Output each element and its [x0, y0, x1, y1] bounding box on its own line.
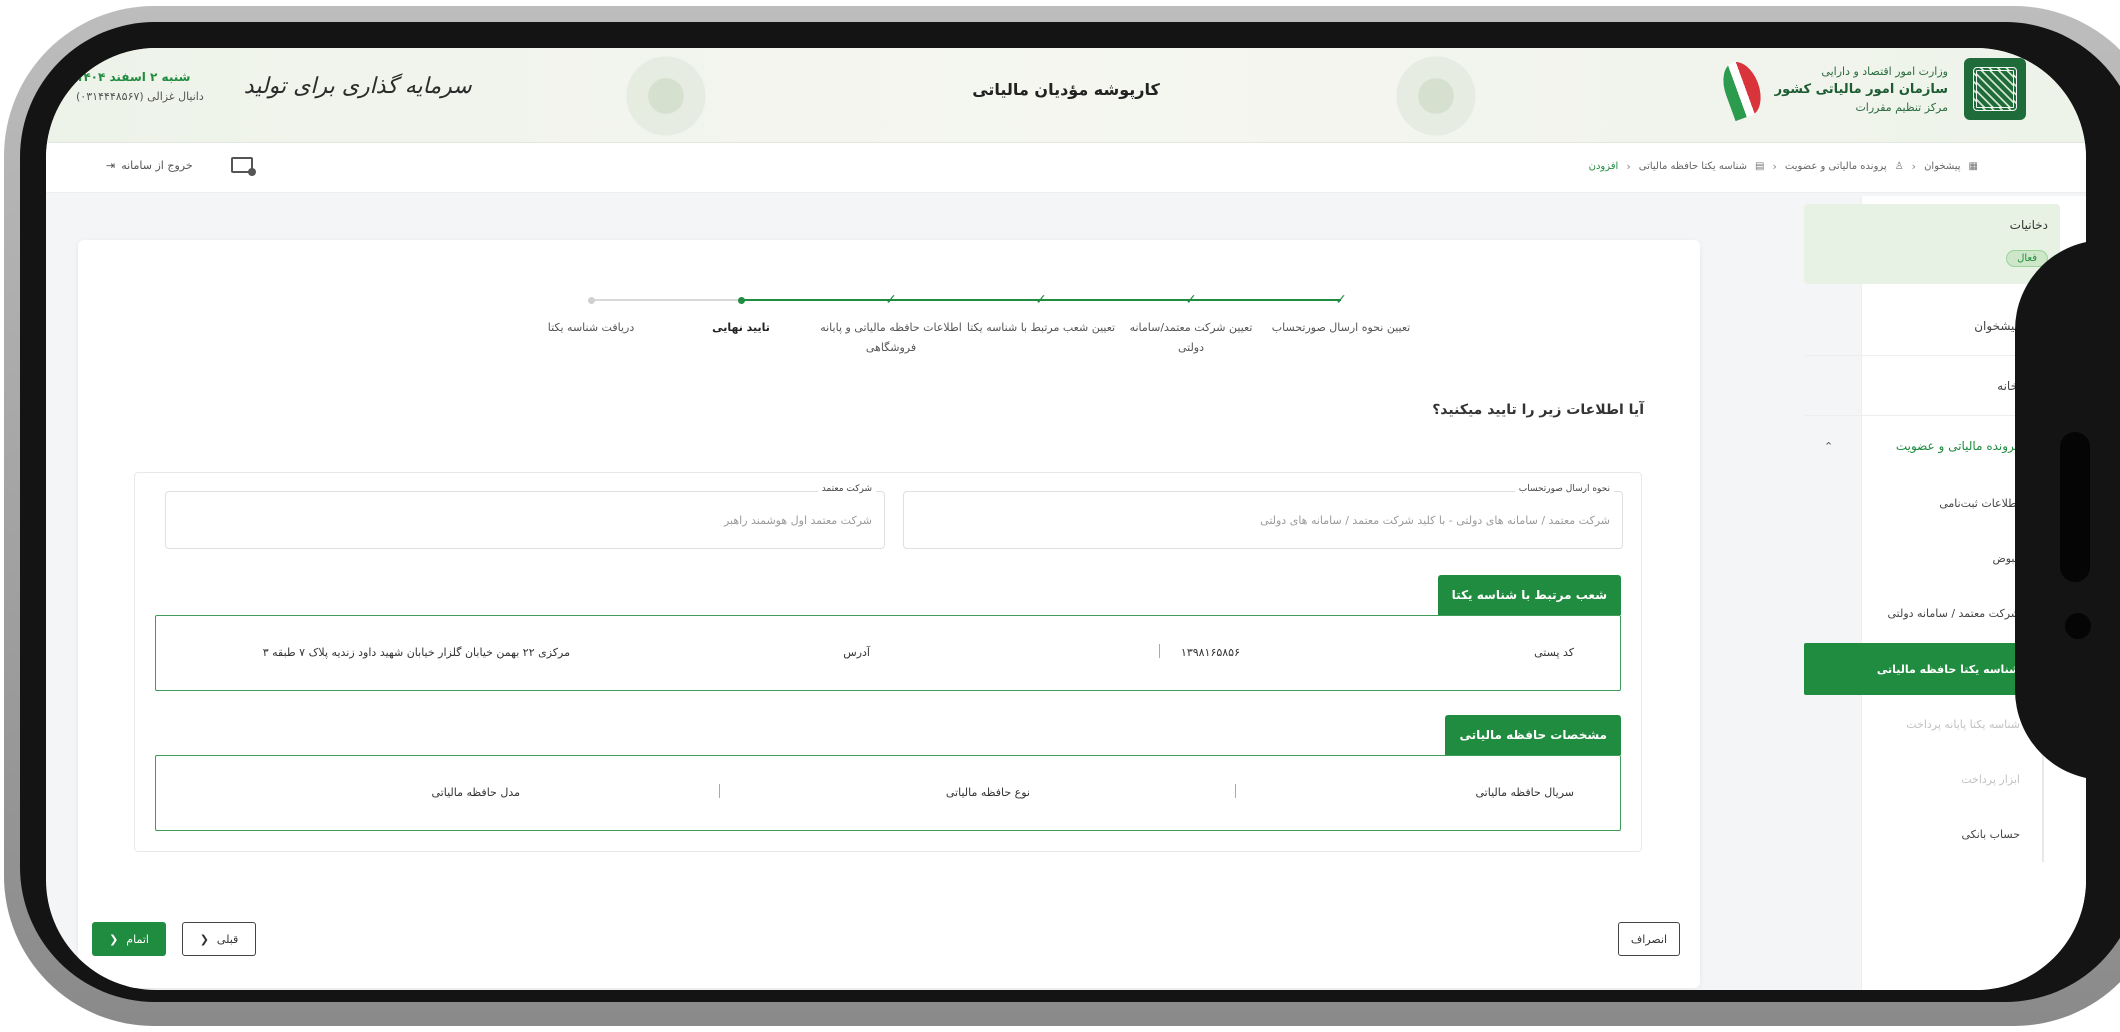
step-final-confirm: تایید نهایی	[666, 290, 816, 338]
step-memory-info: ✓ اطلاعات حافظه مالیاتی و پایانه فروشگاه…	[816, 290, 966, 358]
field-label: نحوه ارسال صورتحساب	[1514, 484, 1614, 494]
address-value: مرکزی ۲۲ بهمن خیابان گلزار خیابان شهید د…	[262, 646, 570, 659]
logout-button[interactable]: خروج از سامانه ⇥	[106, 159, 193, 172]
memory-section-title: مشخصات حافظه مالیاتی	[1445, 715, 1621, 755]
divider	[1235, 784, 1236, 798]
memory-header-row: سریال حافظه مالیاتی نوع حافظه مالیاتی مد…	[155, 755, 1621, 831]
summary-box: نحوه ارسال صورتحساب شرکت معتمد / سامانه …	[134, 472, 1642, 852]
invoice-method-field: نحوه ارسال صورتحساب شرکت معتمد / سامانه …	[903, 484, 1623, 549]
step-current-dot	[666, 290, 816, 310]
sidebar-subitem-memory-id[interactable]: شناسه یکتا حافظه مالیاتی	[1804, 643, 2042, 695]
branches-row: کد پستی ۱۳۹۸۱۶۵۸۵۶ آدرس مرکزی ۲۲ بهمن خی…	[155, 615, 1621, 691]
sidebar-subitem-bills[interactable]: قبوض	[1804, 531, 2042, 586]
breadcrumb-item[interactable]: شناسه یکتا حافظه مالیاتی	[1639, 161, 1747, 172]
user-info: شنبه ۲ اسفند ۱۴۰۴ دانیال غزالی (۰۳۱۴۴۴۸۵…	[76, 70, 204, 103]
org-ministry: وزارت امور اقتصاد و دارایی	[1821, 64, 1948, 78]
step-receive-id: دریافت شناسه یکتا	[516, 290, 666, 338]
current-date: شنبه ۲ اسفند ۱۴۰۴	[76, 70, 191, 84]
breadcrumb-bar: ▦ پیشخوان ‹ ♙ پرونده مالیاتی و عضویت ‹ ▤…	[46, 143, 2086, 193]
previous-label: قبلی	[216, 932, 239, 946]
check-icon: ✓	[1335, 292, 1347, 308]
device-mockup: وزارت امور اقتصاد و دارایی سازمان امور م…	[0, 0, 2120, 1032]
breadcrumb: ▦ پیشخوان ‹ ♙ پرونده مالیاتی و عضویت ‹ ▤…	[1589, 160, 1978, 173]
main-card: ✓ تعیین نحوه ارسال صورتحساب ✓ تعیین شرکت…	[78, 240, 1700, 988]
divider	[719, 784, 720, 798]
postal-code-value: ۱۳۹۸۱۶۵۸۵۶	[1180, 646, 1240, 659]
memory-type-header: نوع حافظه مالیاتی	[945, 786, 1030, 799]
chevron-up-icon[interactable]: ⌃	[1824, 440, 1833, 453]
user-icon: ♙	[1894, 161, 1904, 172]
chevron-left-icon: ‹	[1626, 160, 1631, 173]
year-slogan: سرمایه گذاری برای تولید	[243, 74, 472, 99]
memory-model-header: مدل حافظه مالیاتی	[431, 786, 520, 799]
address-label: آدرس	[843, 646, 870, 659]
confirm-question: آیا اطلاعات زیر را تایید میکنید؟	[1432, 402, 1644, 418]
step-invoice-method: ✓ تعیین نحوه ارسال صورتحساب	[1266, 290, 1416, 338]
check-icon: ✓	[885, 292, 897, 308]
check-icon: ✓	[1035, 292, 1047, 308]
cancel-label: انصراف	[1630, 932, 1668, 946]
chevron-left-icon: ❮	[199, 932, 209, 946]
branches-section-title: شعب مرتبط با شناسه یکتا	[1437, 575, 1621, 615]
step-branches: ✓ تعیین شعب مرتبط با شناسه یکتا	[966, 290, 1116, 338]
document-icon: ▤	[1755, 161, 1765, 172]
postal-code-label: کد پستی	[1534, 646, 1574, 659]
logout-label: خروج از سامانه	[121, 158, 193, 172]
step-label: تایید نهایی	[712, 321, 770, 334]
field-label: شرکت معتمد	[817, 484, 876, 494]
check-icon: ✓	[1185, 292, 1197, 308]
sidebar-subitem-terminal-id: شناسه یکتا پایانه پرداخت	[1906, 718, 2020, 731]
wizard-stepper: ✓ تعیین نحوه ارسال صورتحساب ✓ تعیین شرکت…	[516, 290, 1416, 370]
step-label: دریافت شناسه یکتا	[547, 321, 635, 334]
step-label: اطلاعات حافظه مالیاتی و پایانه فروشگاهی	[820, 321, 962, 354]
cancel-button[interactable]: انصراف	[1618, 922, 1680, 956]
org-unit: مرکز تنظیم مقررات	[1855, 100, 1948, 114]
breadcrumb-current: افزودن	[1588, 161, 1619, 172]
chevron-left-icon: ‹	[1772, 160, 1777, 173]
logout-icon: ⇥	[106, 158, 116, 172]
sidebar-subitem-trusted-company[interactable]: شرکت معتمد / سامانه دولتی	[1804, 586, 2042, 641]
breadcrumb-item[interactable]: پیشخوان	[1924, 161, 1960, 172]
sidebar-subitem-registration[interactable]: اطلاعات ثبت‌نامی	[1804, 476, 2042, 531]
header-left: شنبه ۲ اسفند ۱۴۰۴ دانیال غزالی (۰۳۱۴۴۴۸۵…	[76, 70, 472, 103]
field-value: شرکت معتمد اول هوشمند راهبر	[723, 514, 872, 527]
folder-search-icon[interactable]	[230, 157, 256, 176]
step-label: تعیین شرکت معتمد/سامانه دولتی	[1129, 321, 1253, 354]
app-header: وزارت امور اقتصاد و دارایی سازمان امور م…	[46, 48, 2086, 143]
chevron-left-icon: ‹	[1911, 160, 1917, 173]
chevron-left-icon: ❮	[109, 932, 119, 946]
user-name: دانیال غزالی (۰۳۱۴۴۴۸۵۶۷)	[76, 90, 204, 103]
step-pending-dot	[516, 290, 666, 310]
step-label: تعیین نحوه ارسال صورتحساب	[1271, 321, 1411, 334]
camera-icon	[2065, 613, 2091, 639]
header-tools: خروج از سامانه ⇥	[106, 157, 256, 176]
current-dot-icon	[737, 297, 745, 304]
previous-button[interactable]: قبلی ❮	[182, 922, 256, 956]
dashboard-icon: ▦	[1968, 161, 1978, 172]
memory-serial-header: سریال حافظه مالیاتی	[1475, 786, 1574, 799]
device-notch	[2015, 240, 2120, 780]
sidebar-item-label: پیشخوان	[1974, 318, 2018, 333]
taxpayer-name: دخانیات	[2009, 218, 2048, 232]
step-trusted-company: ✓ تعیین شرکت معتمد/سامانه دولتی	[1116, 290, 1266, 358]
app-screen: وزارت امور اقتصاد و دارایی سازمان امور م…	[46, 48, 2086, 990]
step-label: تعیین شعب مرتبط با شناسه یکتا	[966, 321, 1116, 334]
finish-button[interactable]: اتمام ❮	[92, 922, 166, 956]
pending-dot-icon	[587, 297, 595, 304]
field-value: شرکت معتمد / سامانه های دولتی - با کلید …	[1260, 514, 1610, 527]
sidebar-submenu: اطلاعات ثبت‌نامی قبوض شرکت معتمد / سامان…	[1804, 476, 2044, 862]
finish-label: اتمام	[126, 932, 149, 946]
sidebar-subitem-bank-account[interactable]: حساب بانکی	[1804, 807, 2042, 862]
trusted-company-field: شرکت معتمد شرکت معتمد اول هوشمند راهبر	[165, 484, 885, 549]
sidebar-item-label: پرونده مالیاتی و عضویت	[1895, 439, 2018, 453]
speaker-icon	[2060, 432, 2090, 582]
divider	[1159, 644, 1160, 658]
sidebar-user-panel: دخانیات فعال	[1804, 204, 2060, 284]
breadcrumb-item[interactable]: پرونده مالیاتی و عضویت	[1785, 161, 1887, 172]
sidebar-subitem-payment-tools: ابزار پرداخت	[1961, 773, 2020, 786]
